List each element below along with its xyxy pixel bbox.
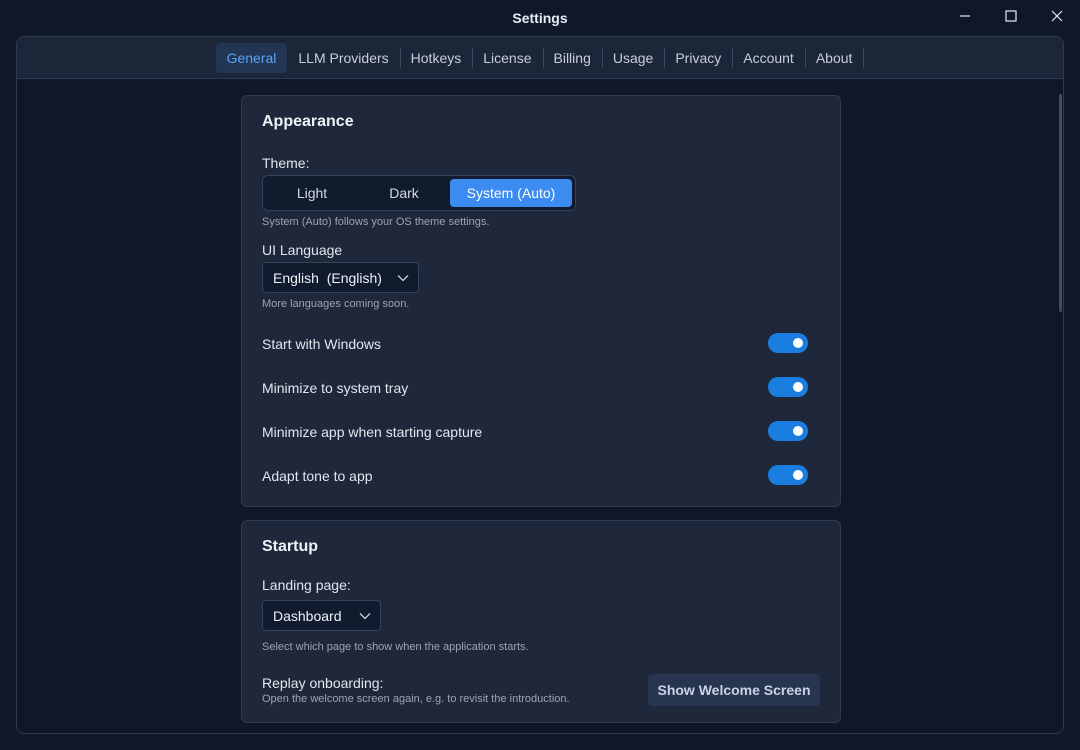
theme-option-system[interactable]: System (Auto) bbox=[450, 179, 572, 207]
tab-hotkeys[interactable]: Hotkeys bbox=[399, 43, 473, 73]
theme-hint: System (Auto) follows your OS theme sett… bbox=[262, 216, 490, 228]
minimize-button[interactable] bbox=[942, 0, 988, 32]
show-welcome-screen-button[interactable]: Show Welcome Screen bbox=[648, 674, 820, 706]
toggle-label-start-with-windows: Start with Windows bbox=[262, 336, 382, 352]
chevron-down-icon bbox=[397, 275, 409, 282]
toggle-label-adapt-tone: Adapt tone to app bbox=[262, 468, 373, 484]
toggle-label-minimize-on-capture: Minimize app when starting capture bbox=[262, 424, 483, 440]
tab-privacy[interactable]: Privacy bbox=[664, 43, 732, 73]
language-label: UI Language bbox=[262, 242, 343, 258]
appearance-card: Appearance Theme: Light Dark System (Aut… bbox=[241, 95, 841, 507]
toggle-knob bbox=[793, 426, 803, 436]
theme-selector: Light Dark System (Auto) bbox=[262, 175, 576, 211]
toggle-start-with-windows[interactable] bbox=[768, 333, 808, 353]
close-button[interactable] bbox=[1034, 0, 1080, 32]
appearance-heading: Appearance bbox=[262, 113, 354, 130]
theme-option-dark[interactable]: Dark bbox=[358, 179, 450, 207]
language-value: English (English) bbox=[273, 269, 382, 286]
toggle-minimize-on-capture[interactable] bbox=[768, 421, 808, 441]
toggle-knob bbox=[793, 338, 803, 348]
landing-page-dropdown[interactable]: Dashboard bbox=[262, 600, 381, 631]
toggle-label-minimize-to-tray: Minimize to system tray bbox=[262, 380, 409, 396]
close-icon bbox=[1051, 10, 1063, 22]
tab-billing[interactable]: Billing bbox=[542, 43, 602, 73]
toggle-adapt-tone[interactable] bbox=[768, 465, 808, 485]
landing-page-value: Dashboard bbox=[273, 607, 342, 624]
toggle-knob bbox=[793, 470, 803, 480]
tab-about[interactable]: About bbox=[804, 43, 864, 73]
tab-divider bbox=[863, 47, 865, 68]
language-hint: More languages coming soon. bbox=[262, 298, 410, 310]
window-title: Settings bbox=[512, 10, 568, 26]
scrollbar-thumb[interactable] bbox=[1059, 94, 1062, 312]
maximize-icon bbox=[1005, 10, 1017, 22]
tab-llm-providers[interactable]: LLM Providers bbox=[287, 43, 399, 73]
startup-card: Startup Landing page: Dashboard Select w… bbox=[241, 520, 841, 723]
replay-onboarding-label: Replay onboarding: bbox=[262, 675, 384, 691]
maximize-button[interactable] bbox=[988, 0, 1034, 32]
landing-page-hint: Select which page to show when the appli… bbox=[262, 641, 529, 653]
toggle-knob bbox=[793, 382, 803, 392]
settings-panel: General LLM Providers Hotkeys License Bi… bbox=[16, 36, 1064, 734]
tab-account[interactable]: Account bbox=[732, 43, 805, 73]
title-bar: Settings bbox=[0, 0, 1080, 36]
theme-option-light[interactable]: Light bbox=[266, 179, 358, 207]
landing-page-label: Landing page: bbox=[262, 577, 351, 593]
language-dropdown[interactable]: English (English) bbox=[262, 262, 419, 293]
startup-heading: Startup bbox=[262, 538, 318, 555]
chevron-down-icon bbox=[359, 613, 371, 620]
toggle-minimize-to-tray[interactable] bbox=[768, 377, 808, 397]
theme-label: Theme: bbox=[262, 155, 310, 171]
tab-general[interactable]: General bbox=[215, 42, 288, 73]
tab-license[interactable]: License bbox=[472, 43, 542, 73]
tab-bar: General LLM Providers Hotkeys License Bi… bbox=[17, 37, 1063, 79]
minimize-icon bbox=[960, 15, 970, 17]
tab-usage[interactable]: Usage bbox=[601, 43, 664, 73]
replay-onboarding-hint: Open the welcome screen again, e.g. to r… bbox=[262, 693, 570, 705]
